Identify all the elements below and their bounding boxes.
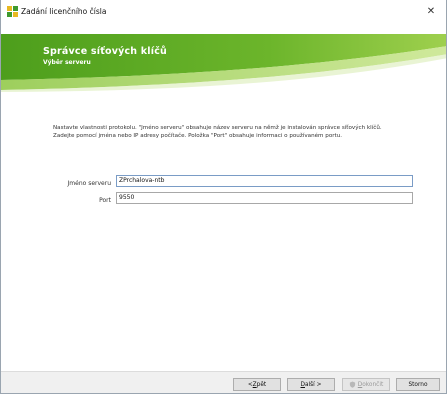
close-button[interactable]: ✕ <box>416 0 446 23</box>
cancel-button[interactable]: Storno <box>396 378 440 391</box>
description-text: Nastavte vlastnosti protokolu. "Jméno se… <box>53 125 382 139</box>
header-title: Správce síťových klíčů <box>43 46 168 57</box>
port-input[interactable]: 9550 <box>116 192 413 204</box>
title-bar: Zadání licenčního čísla ✕ <box>1 0 446 23</box>
server-name-input[interactable]: ZPrchalova-ntb <box>116 175 413 187</box>
app-icon <box>7 6 18 17</box>
finish-button: Dokončit <box>342 378 390 391</box>
port-label: Port <box>99 197 111 204</box>
shield-icon <box>349 381 355 388</box>
close-icon: ✕ <box>426 6 436 17</box>
wizard-window: Zadání licenčního čísla ✕ Správce síťový… <box>0 0 447 394</box>
server-name-label: Jméno serveru <box>67 180 111 187</box>
button-bar: < Zpět Další > Dokončit Storno <box>1 371 446 393</box>
window-title: Zadání licenčního čísla <box>21 7 107 16</box>
next-button[interactable]: Další > <box>287 378 335 391</box>
header-subtitle: Výběr serveru <box>43 59 91 66</box>
back-button[interactable]: < Zpět <box>233 378 281 391</box>
